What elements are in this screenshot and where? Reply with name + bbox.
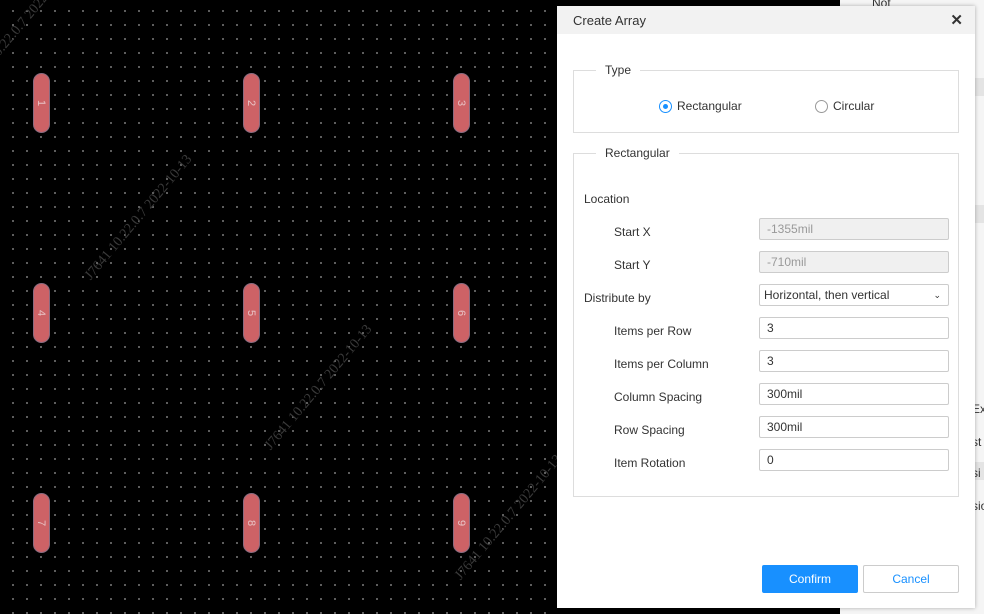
radio-icon (815, 99, 828, 113)
location-label: Location (584, 192, 630, 206)
pcb-canvas[interactable]: J7641 10.22.0.7 2022-10-13 J7641 10.22.0… (0, 0, 557, 614)
items-row-input[interactable]: 3 (759, 317, 949, 339)
dialog-title: Create Array (573, 12, 646, 28)
col-spacing-input[interactable]: 300mil (759, 383, 949, 405)
items-col-label: Items per Column (614, 357, 709, 371)
distribute-select[interactable]: Horizontal, then vertical ⌄ (759, 284, 949, 306)
pad-number: 6 (455, 309, 468, 317)
pad-number: 3 (455, 99, 468, 107)
pad-9[interactable]: 9 (453, 493, 470, 553)
cancel-button[interactable]: Cancel (863, 565, 959, 593)
rectangular-group: Rectangular Location Start X -1355mil St… (573, 146, 959, 497)
pad-number: 7 (35, 519, 48, 527)
start-x-label: Start X (614, 225, 651, 239)
pad-number: 5 (245, 309, 258, 317)
radio-label: Circular (833, 99, 875, 113)
pad-number: 8 (245, 519, 258, 527)
distribute-value: Horizontal, then vertical (764, 288, 890, 302)
pad-1[interactable]: 1 (33, 73, 50, 133)
radio-rectangular[interactable]: Rectangular (659, 99, 742, 113)
pad-2[interactable]: 2 (243, 73, 260, 133)
start-y-input[interactable]: -710mil (759, 251, 949, 273)
pad-4[interactable]: 4 (33, 283, 50, 343)
radio-circular[interactable]: Circular (815, 99, 874, 113)
pad-7[interactable]: 7 (33, 493, 50, 553)
items-row-label: Items per Row (614, 324, 692, 338)
rotation-input[interactable]: 0 (759, 449, 949, 471)
pad-5[interactable]: 5 (243, 283, 260, 343)
chevron-down-icon: ⌄ (933, 290, 941, 300)
type-legend: Type (605, 63, 632, 77)
items-col-input[interactable]: 3 (759, 350, 949, 372)
start-x-input[interactable]: -1355mil (759, 218, 949, 240)
pad-6[interactable]: 6 (453, 283, 470, 343)
watermark: J7641 10.22.0.7 2022-10-13 (262, 322, 376, 454)
rotation-label: Item Rotation (614, 456, 686, 470)
close-icon[interactable]: ✕ (950, 11, 963, 29)
pad-3[interactable]: 3 (453, 73, 470, 133)
dialog-titlebar[interactable]: Create Array ✕ (557, 6, 975, 34)
pad-number: 9 (455, 519, 468, 527)
pad-number: 4 (35, 309, 48, 317)
rectangular-legend: Rectangular (605, 146, 670, 160)
radio-icon (659, 99, 672, 113)
pad-number: 2 (245, 99, 258, 107)
distribute-label: Distribute by (584, 291, 651, 305)
col-spacing-label: Column Spacing (614, 390, 703, 404)
row-spacing-label: Row Spacing (614, 423, 685, 437)
watermark: J7641 10.22.0.7 2022-10-13 (82, 152, 196, 284)
row-spacing-input[interactable]: 300mil (759, 416, 949, 438)
confirm-button[interactable]: Confirm (762, 565, 858, 593)
radio-label: Rectangular (677, 99, 742, 113)
create-array-dialog: Create Array ✕ Type Rectangular Circular… (557, 6, 975, 608)
pad-number: 1 (35, 99, 48, 107)
start-y-label: Start Y (614, 258, 651, 272)
type-group: Type Rectangular Circular (573, 63, 959, 133)
pad-8[interactable]: 8 (243, 493, 260, 553)
